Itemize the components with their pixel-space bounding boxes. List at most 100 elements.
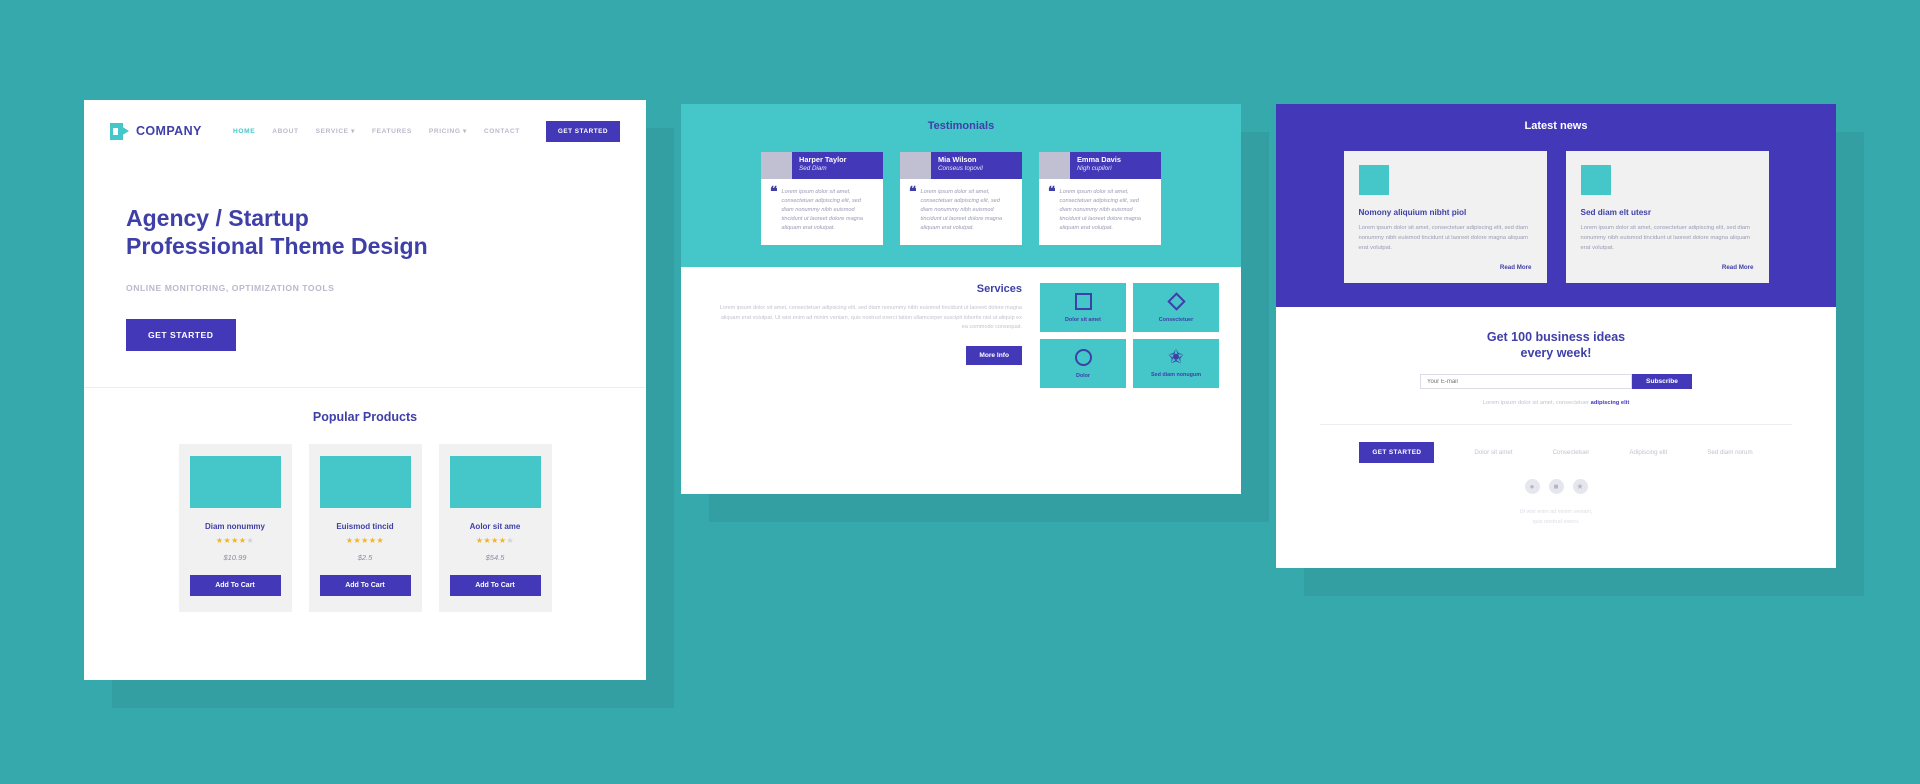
news-card[interactable]: Sed diam elt utesr Lorem ipsum dolor sit…	[1565, 151, 1769, 284]
hero-title-line-2: Professional Theme Design	[126, 233, 428, 260]
testimonials-section: Testimonials Harper Taylor Sed Diam ❝ Lo…	[681, 104, 1241, 268]
quote-icon: ❝	[1048, 185, 1056, 200]
hero-get-started-button[interactable]: GET STARTED	[126, 318, 236, 351]
footer-link-sed-diam-norum[interactable]: Sed diam norum	[1707, 449, 1752, 456]
square-icon	[1074, 292, 1092, 310]
social-square-icon[interactable]: ■	[1548, 479, 1564, 495]
section-divider	[84, 386, 646, 388]
product-image	[189, 455, 281, 508]
nav-item-home[interactable]: HOME	[233, 128, 255, 135]
quote-icon: ❝	[909, 185, 917, 200]
nav-item-pricing[interactable]: PRICING ▾	[429, 127, 467, 135]
testimonial-header: Harper Taylor Sed Diam	[761, 152, 883, 179]
hero-section: Agency / Startup Professional Theme Desi…	[84, 162, 646, 351]
newsletter-title-line-2: every week!	[1520, 346, 1592, 361]
product-card[interactable]: Aolor sit ame ★★★★★ $54.5 Add To Cart	[438, 443, 552, 612]
product-image	[449, 455, 541, 508]
email-field[interactable]	[1420, 374, 1633, 390]
testimonial-text: Lorem ipsum dolor sit amet, consectetuer…	[920, 189, 1003, 232]
nav-item-features[interactable]: FEATURES	[372, 128, 412, 135]
testimonial-card: Emma Davis Nigh cupilori ❝ Lorem ipsum d…	[1039, 152, 1161, 246]
newsletter-section: Get 100 business ideas every week! Subsc…	[1276, 307, 1836, 543]
hero-title-line-1: Agency / Startup	[126, 205, 309, 231]
newsletter-note: Lorem ipsum dolor sit amet, consectetuer…	[1276, 400, 1836, 406]
product-card[interactable]: Euismod tincid ★★★★★ $2.5 Add To Cart	[308, 443, 422, 612]
testimonials-services-panel: Testimonials Harper Taylor Sed Diam ❝ Lo…	[681, 104, 1241, 494]
service-tile[interactable]: Dolor	[1040, 339, 1126, 389]
rating-stars: ★★★★★	[345, 535, 385, 545]
service-tile[interactable]: ✬ Sed diam nonugum	[1133, 339, 1219, 389]
add-to-cart-button[interactable]: Add To Cart	[319, 574, 411, 596]
product-name: Diam nonummy	[204, 521, 265, 531]
add-to-cart-button[interactable]: Add To Cart	[189, 574, 281, 596]
testimonial-text: Lorem ipsum dolor sit amet, consectetuer…	[1059, 189, 1142, 232]
footer-link-adipiscing-elit[interactable]: Adipiscing elit	[1629, 449, 1667, 456]
more-info-button[interactable]: More Info	[966, 346, 1022, 366]
quote-icon: ❝	[770, 185, 778, 200]
nav-item-contact[interactable]: CONTACT	[484, 128, 520, 135]
social-links: ● ■ ★	[1276, 479, 1836, 495]
circle-icon	[1074, 348, 1092, 366]
copyright-line-1: Ut wisi enim ad minim veniam,	[1519, 509, 1593, 516]
service-tile-label: Dolor sit amet	[1065, 316, 1101, 323]
main-navigation: HOME ABOUT SERVICE ▾ FEATURES PRICING ▾ …	[233, 120, 620, 142]
nav-item-about[interactable]: ABOUT	[272, 128, 298, 135]
header-get-started-button[interactable]: GET STARTED	[545, 120, 620, 142]
newsletter-title-line-1: Get 100 business ideas	[1486, 330, 1626, 345]
avatar	[761, 152, 792, 179]
service-tile-label: Dolor	[1075, 372, 1091, 379]
mockup-stage: COMPANY HOME ABOUT SERVICE ▾ FEATURES PR…	[0, 0, 1920, 784]
read-more-link[interactable]: Read More	[1581, 264, 1754, 271]
service-tile[interactable]: Dolor sit amet	[1040, 283, 1126, 333]
service-tile-grid: Dolor sit amet Consectetuer Dolor ✬ Sed …	[1040, 283, 1219, 389]
latest-news-section: Latest news Nomony aliquium nibht piol L…	[1276, 104, 1836, 308]
newsletter-note-bold: adipiscing elit	[1590, 400, 1630, 407]
news-excerpt: Lorem ipsum dolor sit amet, consectetuer…	[1358, 225, 1529, 252]
footer-get-started-button[interactable]: GET STARTED	[1359, 442, 1435, 464]
subscribe-button[interactable]: Subscribe	[1632, 374, 1692, 390]
testimonial-list: Harper Taylor Sed Diam ❝ Lorem ipsum dol…	[681, 152, 1241, 246]
service-tile[interactable]: Consectetuer	[1133, 283, 1219, 333]
news-footer-panel: Latest news Nomony aliquium nibht piol L…	[1276, 104, 1836, 568]
footer-link-dolor-sit-amet[interactable]: Dolor sit amet	[1474, 449, 1512, 456]
footer-link-consectetuer[interactable]: Consectetuer	[1553, 449, 1590, 456]
services-description: Lorem ipsum dolor sit amet, consectetuer…	[719, 305, 1022, 331]
footer-navigation: GET STARTED Dolor sit amet Consectetuer …	[1276, 442, 1836, 464]
product-price: $54.5	[485, 552, 505, 562]
services-heading: Services	[976, 283, 1022, 296]
product-name: Aolor sit ame	[469, 521, 521, 531]
read-more-link[interactable]: Read More	[1359, 264, 1532, 271]
newsletter-form: Subscribe	[1276, 374, 1836, 390]
testimonial-card: Mia Wilson Conseus topovil ❝ Lorem ipsum…	[900, 152, 1022, 246]
newsletter-note-plain: Lorem ipsum dolor sit amet, consectetuer	[1482, 400, 1591, 407]
news-title: Nomony aliquium nibht piol	[1358, 208, 1467, 217]
play-box-icon	[110, 122, 130, 140]
hero-subtitle: ONLINE MONITORING, OPTIMIZATION TOOLS	[126, 282, 335, 293]
service-tile-label: Sed diam nonugum	[1150, 371, 1201, 378]
news-list: Nomony aliquium nibht piol Lorem ipsum d…	[1276, 151, 1836, 284]
avatar	[900, 152, 931, 179]
social-circle-icon[interactable]: ●	[1524, 479, 1540, 495]
product-image	[319, 455, 411, 508]
home-page-panel: COMPANY HOME ABOUT SERVICE ▾ FEATURES PR…	[84, 100, 646, 680]
brand-logo[interactable]: COMPANY	[110, 122, 202, 140]
latest-news-heading: Latest news	[1524, 120, 1588, 132]
news-thumbnail	[1358, 165, 1389, 195]
copyright-line-2: quis nostrud exerci.	[1532, 518, 1580, 525]
testimonial-card: Harper Taylor Sed Diam ❝ Lorem ipsum dol…	[761, 152, 883, 246]
news-card[interactable]: Nomony aliquium nibht piol Lorem ipsum d…	[1343, 151, 1547, 284]
news-thumbnail	[1580, 165, 1611, 195]
product-card[interactable]: Diam nonummy ★★★★★ $10.99 Add To Cart	[178, 443, 292, 612]
product-name: Euismod tincid	[336, 521, 394, 531]
rating-stars: ★★★★★	[475, 535, 515, 545]
add-to-cart-button[interactable]: Add To Cart	[449, 574, 541, 596]
testimonial-text: Lorem ipsum dolor sit amet, consectetuer…	[781, 189, 864, 232]
testimonial-author: Mia Wilson	[938, 155, 977, 164]
social-star-icon[interactable]: ★	[1572, 479, 1588, 495]
testimonial-role: Conseus topovil	[938, 164, 983, 172]
popular-products-heading: Popular Products	[312, 409, 418, 424]
rating-stars: ★★★★★	[215, 535, 255, 545]
footer-divider	[1320, 424, 1792, 426]
nav-item-service[interactable]: SERVICE ▾	[316, 127, 355, 135]
testimonial-author: Emma Davis	[1077, 155, 1121, 164]
